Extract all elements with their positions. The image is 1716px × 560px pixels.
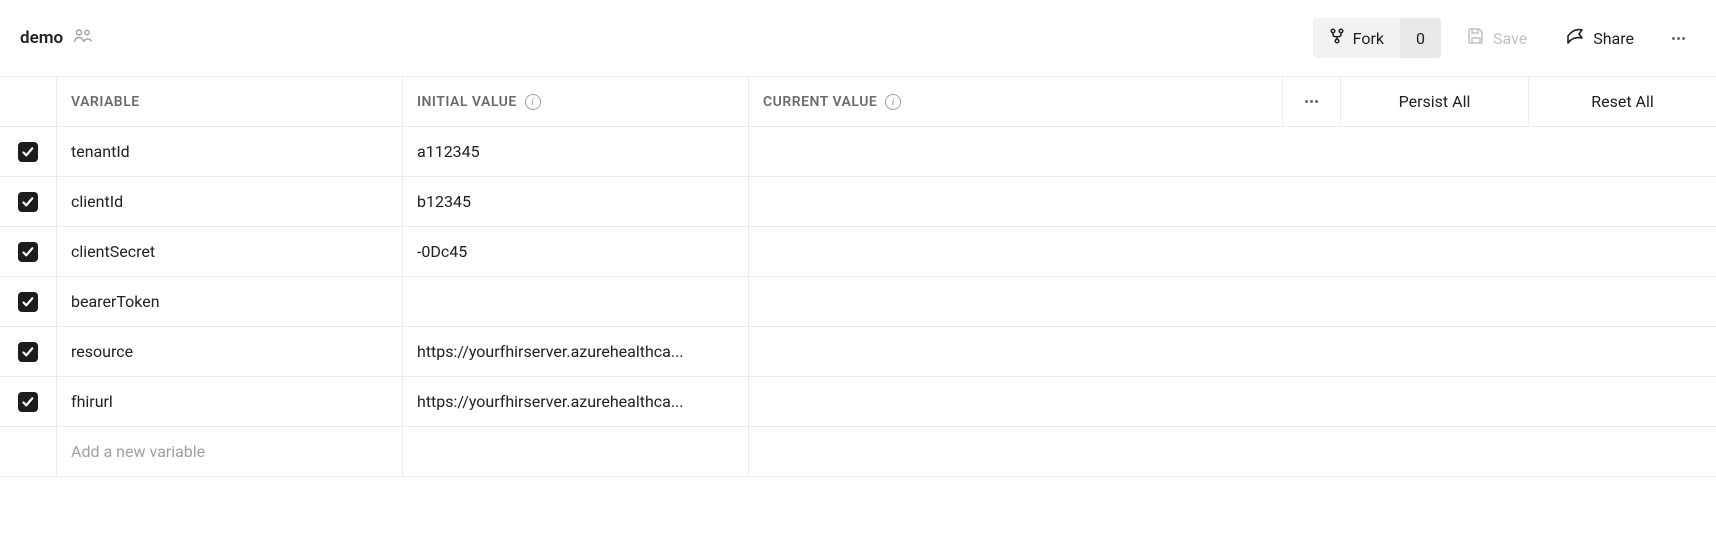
current-value-cell[interactable] [748, 377, 1566, 426]
header-more[interactable] [1282, 77, 1340, 126]
initial-value-cell[interactable]: a112345 [402, 127, 748, 176]
fork-label: Fork [1353, 29, 1384, 48]
variable-name-cell[interactable]: fhirurl [56, 377, 402, 426]
save-icon [1467, 27, 1485, 49]
fork-icon [1329, 28, 1345, 48]
table-row: clientSecret-0Dc45 [0, 227, 1716, 277]
fork-button[interactable]: Fork [1313, 18, 1400, 58]
share-label: Share [1593, 29, 1634, 48]
initial-value-cell[interactable] [402, 277, 748, 326]
save-button: Save [1455, 19, 1539, 57]
variable-name-cell[interactable]: clientSecret [56, 227, 402, 276]
row-checkbox-cell [0, 127, 56, 176]
row-checkbox-cell [0, 227, 56, 276]
people-icon [73, 28, 93, 48]
row-checkbox-cell [0, 277, 56, 326]
share-button[interactable]: Share [1553, 19, 1646, 57]
row-checkbox-cell [0, 327, 56, 376]
variables-table: VARIABLE INITIAL VALUE i CURRENT VALUE i… [0, 76, 1716, 477]
save-label: Save [1493, 29, 1527, 48]
reset-all-button[interactable]: Reset All [1528, 77, 1716, 126]
current-value-cell[interactable] [748, 227, 1566, 276]
persist-all-button[interactable]: Persist All [1340, 77, 1528, 126]
row-checkbox-cell [0, 177, 56, 226]
variable-name-cell[interactable]: tenantId [56, 127, 402, 176]
current-value-cell[interactable] [748, 277, 1566, 326]
fork-count[interactable]: 0 [1400, 18, 1441, 58]
info-icon[interactable]: i [885, 94, 901, 110]
header-variable: VARIABLE [56, 77, 402, 126]
header: demo Fork 0 [0, 0, 1716, 76]
initial-value-cell[interactable]: -0Dc45 [402, 227, 748, 276]
table-row: resourcehttps://yourfhirserver.azureheal… [0, 327, 1716, 377]
variable-name-cell[interactable]: resource [56, 327, 402, 376]
table-row: tenantIda112345 [0, 127, 1716, 177]
header-current-value-label: CURRENT VALUE [763, 94, 877, 110]
more-icon [1305, 100, 1318, 103]
header-checkbox [0, 77, 56, 126]
initial-value-cell[interactable]: https://yourfhirserver.azurehealthca... [402, 377, 748, 426]
add-current-value-input[interactable] [748, 427, 1566, 476]
add-variable-input[interactable]: Add a new variable [56, 427, 402, 476]
table-row: bearerToken [0, 277, 1716, 327]
row-checkbox[interactable] [18, 342, 38, 362]
row-checkbox[interactable] [18, 192, 38, 212]
add-variable-row: Add a new variable [0, 427, 1716, 477]
current-value-cell[interactable] [748, 327, 1566, 376]
current-value-cell[interactable] [748, 177, 1566, 226]
table-row: fhirurlhttps://yourfhirserver.azurehealt… [0, 377, 1716, 427]
row-checkbox[interactable] [18, 142, 38, 162]
add-initial-value-input[interactable] [402, 427, 748, 476]
variable-name-cell[interactable]: bearerToken [56, 277, 402, 326]
current-value-cell[interactable] [748, 127, 1566, 176]
add-row-checkbox-cell [0, 427, 56, 476]
initial-value-cell[interactable]: https://yourfhirserver.azurehealthca... [402, 327, 748, 376]
initial-value-cell[interactable]: b12345 [402, 177, 748, 226]
row-checkbox[interactable] [18, 292, 38, 312]
row-checkbox[interactable] [18, 242, 38, 262]
row-checkbox-cell [0, 377, 56, 426]
share-icon [1565, 27, 1585, 49]
header-initial-value-label: INITIAL VALUE [417, 94, 517, 110]
info-icon[interactable]: i [525, 94, 541, 110]
fork-group: Fork 0 [1313, 18, 1441, 58]
table-header-row: VARIABLE INITIAL VALUE i CURRENT VALUE i… [0, 77, 1716, 127]
header-initial-value: INITIAL VALUE i [402, 77, 748, 126]
header-current-value: CURRENT VALUE i [748, 77, 1282, 126]
more-icon [1672, 37, 1685, 40]
table-row: clientIdb12345 [0, 177, 1716, 227]
more-button[interactable] [1660, 20, 1696, 56]
variable-name-cell[interactable]: clientId [56, 177, 402, 226]
row-checkbox[interactable] [18, 392, 38, 412]
environment-name: demo [20, 28, 63, 48]
